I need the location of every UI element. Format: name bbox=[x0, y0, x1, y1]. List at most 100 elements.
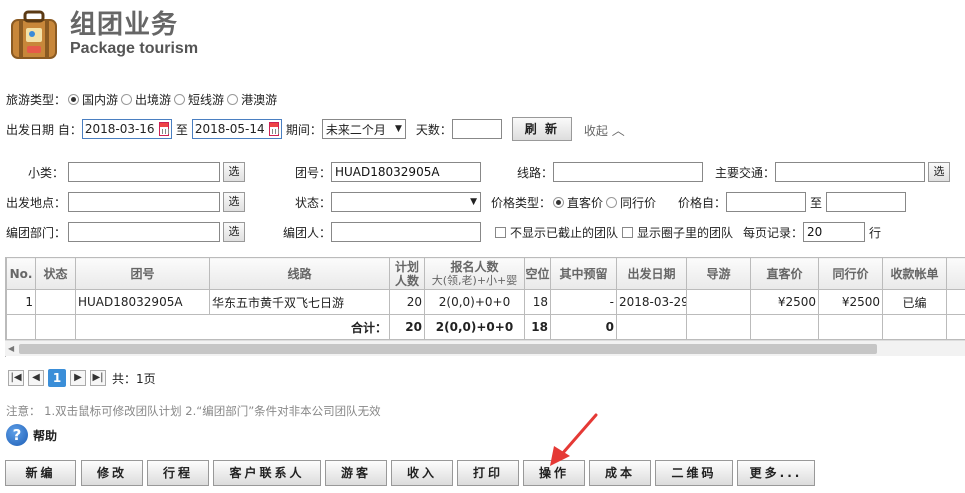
qrcode-button[interactable]: 二维码 bbox=[655, 460, 733, 486]
date-to-field[interactable]: 2018-05-14 bbox=[191, 119, 282, 139]
col-header-bill[interactable]: 收款帐单 bbox=[882, 257, 947, 290]
col-header-date[interactable]: 出发日期 bbox=[616, 257, 687, 290]
prev-page-icon[interactable]: ◀ bbox=[28, 370, 44, 386]
scroll-left-icon[interactable]: ◀ bbox=[8, 344, 14, 353]
dept-pick-button[interactable]: 选 bbox=[223, 222, 245, 242]
dropdown-arrow-icon: ▼ bbox=[470, 197, 477, 207]
price-type-radio-trade[interactable] bbox=[606, 196, 618, 208]
hide-closed-checkbox[interactable] bbox=[495, 226, 506, 238]
dept-input[interactable] bbox=[68, 222, 220, 242]
travel-type-row: 旅游类型： 国内游 出境游 短线游 港澳游 bbox=[6, 88, 277, 110]
dept-label: 编团部门： bbox=[6, 225, 67, 240]
filter-row-2: 出发地点： 选 状态： ▼ 价格类型： 直客价 同行价 价格自： 至 bbox=[6, 191, 907, 213]
col-header-reserved[interactable]: 其中预留 bbox=[550, 257, 617, 290]
col-header-group-no[interactable]: 团号 bbox=[75, 257, 210, 290]
transport-input[interactable] bbox=[775, 162, 925, 182]
help-link[interactable]: ? 帮助 bbox=[6, 424, 57, 446]
more-button[interactable]: 更多... bbox=[737, 460, 815, 486]
route-input[interactable] bbox=[553, 162, 703, 182]
status-label: 状态： bbox=[294, 195, 331, 210]
collapse-link[interactable]: 收起 ︿ bbox=[584, 120, 625, 139]
col-header-pay[interactable]: 付 bbox=[946, 257, 965, 290]
period-select[interactable]: 未来二个月 ▼ bbox=[321, 119, 406, 139]
subcategory-pick-button[interactable]: 选 bbox=[223, 162, 245, 182]
travel-type-option: 短线游 bbox=[188, 92, 225, 107]
itinerary-button[interactable]: 行程 bbox=[147, 460, 209, 486]
col-header-vacant[interactable]: 空位 bbox=[524, 257, 551, 290]
subcategory-label: 小类： bbox=[27, 165, 64, 180]
scrollbar-thumb[interactable] bbox=[19, 344, 877, 354]
table-row[interactable]: 1 HUAD18032905A 华东五市黄千双飞七日游 20 2(0,0)+0+… bbox=[6, 289, 965, 315]
calendar-icon[interactable] bbox=[268, 122, 280, 136]
current-page[interactable]: 1 bbox=[48, 369, 66, 387]
col-header-guide[interactable]: 导游 bbox=[686, 257, 751, 290]
date-from-field[interactable]: 2018-03-16 bbox=[81, 119, 172, 139]
travel-type-radio-domestic[interactable] bbox=[68, 93, 80, 105]
subcategory-input[interactable] bbox=[68, 162, 220, 182]
price-type-radio-retail[interactable] bbox=[553, 196, 565, 208]
transport-label: 主要交通： bbox=[714, 165, 775, 180]
first-page-icon[interactable]: |◀ bbox=[8, 370, 24, 386]
transport-pick-button[interactable]: 选 bbox=[928, 162, 950, 182]
price-type-label: 价格类型： bbox=[491, 195, 552, 210]
page-size-label: 每页记录： bbox=[743, 225, 804, 240]
travel-type-radio-outbound[interactable] bbox=[121, 93, 133, 105]
calendar-icon[interactable] bbox=[158, 122, 170, 136]
col-header-no[interactable]: No. bbox=[6, 257, 36, 290]
travel-type-label: 旅游类型： bbox=[6, 92, 67, 107]
col-header-status[interactable]: 状态 bbox=[35, 257, 76, 290]
group-no-label: 团号： bbox=[294, 165, 331, 180]
pager: |◀ ◀ 1 ▶ ▶| 共：1页 bbox=[8, 369, 156, 387]
group-no-input[interactable]: HUAD18032905A bbox=[331, 162, 481, 182]
show-circle-checkbox[interactable] bbox=[622, 226, 634, 238]
col-header-route[interactable]: 线路 bbox=[209, 257, 390, 290]
price-from-label: 价格自： bbox=[678, 195, 727, 210]
price-to-input[interactable] bbox=[826, 192, 907, 212]
horizontal-scrollbar[interactable]: ◀ bbox=[5, 340, 965, 356]
page-size-input[interactable]: 20 bbox=[803, 222, 866, 242]
chevron-up-icon: ︿ bbox=[611, 123, 625, 139]
creator-input[interactable] bbox=[331, 222, 481, 242]
income-button[interactable]: 收入 bbox=[391, 460, 453, 486]
col-header-planned[interactable]: 计划人数 bbox=[389, 257, 425, 290]
contacts-button[interactable]: 客户联系人 bbox=[213, 460, 321, 486]
travel-type-option: 国内游 bbox=[82, 92, 119, 107]
travel-type-option: 港澳游 bbox=[241, 92, 278, 107]
hide-closed-label: 不显示已截止的团队 bbox=[510, 225, 619, 240]
tourists-button[interactable]: 游客 bbox=[325, 460, 387, 486]
days-label: 天数： bbox=[415, 122, 452, 137]
price-from-input[interactable] bbox=[726, 192, 807, 212]
travel-type-radio-hkmo[interactable] bbox=[227, 93, 239, 105]
refresh-button[interactable]: 刷 新 bbox=[511, 117, 572, 141]
creator-label: 编团人： bbox=[282, 225, 331, 240]
depart-place-pick-button[interactable]: 选 bbox=[223, 192, 245, 212]
page-subtitle: Package tourism bbox=[70, 40, 199, 57]
dropdown-arrow-icon: ▼ bbox=[394, 124, 402, 134]
date-row: 出发日期 自： 2018-03-16 至 2018-05-14 期间： 未来二个… bbox=[6, 117, 625, 141]
col-header-trade-price[interactable]: 同行价 bbox=[818, 257, 883, 290]
next-page-icon[interactable]: ▶ bbox=[70, 370, 86, 386]
total-row: 合计： 20 2(0,0)+0+0 18 0 bbox=[6, 314, 965, 340]
suitcase-icon bbox=[11, 10, 57, 59]
print-button[interactable]: 打印 bbox=[457, 460, 519, 486]
depart-place-input[interactable] bbox=[68, 192, 220, 212]
col-header-retail-price[interactable]: 直客价 bbox=[750, 257, 819, 290]
red-arrow-icon bbox=[550, 413, 598, 466]
travel-type-option: 出境游 bbox=[135, 92, 172, 107]
new-button[interactable]: 新编 bbox=[5, 460, 76, 486]
travel-type-radio-short[interactable] bbox=[174, 93, 186, 105]
help-icon: ? bbox=[6, 424, 28, 446]
col-header-signed[interactable]: 报名人数 大(领,老)+小+婴 bbox=[424, 257, 525, 290]
edit-button[interactable]: 修改 bbox=[81, 460, 143, 486]
depart-date-label: 出发日期 自： bbox=[6, 122, 82, 137]
depart-place-label: 出发地点： bbox=[6, 195, 67, 210]
filter-row-1: 小类： 选 团号： HUAD18032905A 线路： 主要交通： 选 bbox=[6, 161, 950, 183]
days-input[interactable] bbox=[451, 119, 502, 139]
page-count: 共：1页 bbox=[112, 371, 156, 386]
header: 组团业务 Package tourism bbox=[0, 0, 965, 70]
period-label: 期间： bbox=[285, 122, 322, 137]
filter-row-3: 编团部门： 选 编团人： 不显示已截止的团队 显示圈子里的团队 每页记录： 20… bbox=[6, 221, 881, 243]
page-title: 组团业务 bbox=[70, 10, 179, 40]
last-page-icon[interactable]: ▶| bbox=[90, 370, 106, 386]
status-select[interactable]: ▼ bbox=[331, 192, 481, 212]
